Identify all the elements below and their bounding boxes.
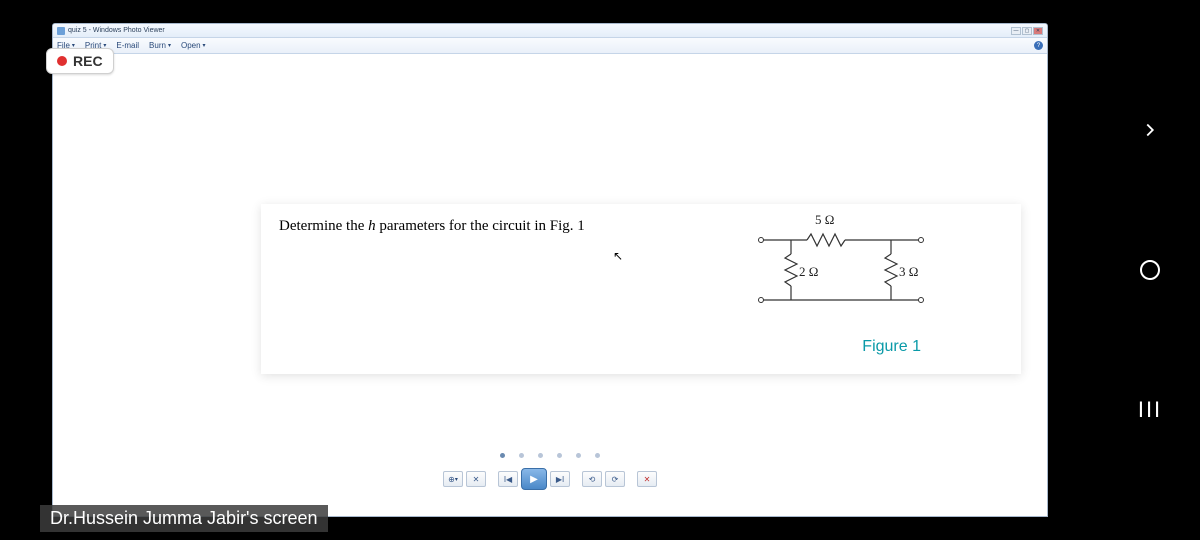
photo-viewer-window: quiz 5 - Windows Photo Viewer — ▢ ✕ File… <box>52 23 1048 517</box>
window-titlebar: quiz 5 - Windows Photo Viewer — ▢ ✕ <box>53 24 1047 38</box>
r-top-label: 5 Ω <box>815 212 834 227</box>
circuit-diagram: 5 Ω 2 Ω 3 Ω <box>761 210 961 320</box>
prompt-post: parameters for the circuit in Fig. 1 <box>376 218 585 234</box>
window-buttons: — ▢ ✕ <box>1011 27 1043 35</box>
app-icon <box>57 27 65 35</box>
prev-button[interactable]: I◀ <box>498 471 518 487</box>
page-dot <box>595 453 600 458</box>
maximize-button[interactable]: ▢ <box>1022 27 1032 35</box>
nav-recent-button[interactable]: III <box>1130 390 1170 430</box>
menubar: File ▾ Print ▾ E-mail Burn ▾ Open ▾ ? <box>53 38 1047 54</box>
play-slideshow-button[interactable]: ▶ <box>521 468 547 490</box>
r-right-label: 3 Ω <box>899 264 918 279</box>
nav-back-button[interactable] <box>1130 110 1170 150</box>
page-dot <box>557 453 562 458</box>
prompt-var: h <box>368 218 376 234</box>
record-dot-icon <box>57 56 67 66</box>
nav-home-button[interactable] <box>1130 250 1170 290</box>
zoom-icon: ⊕ <box>448 475 455 484</box>
zoom-button[interactable]: ⊕▾ <box>443 471 463 487</box>
page-dots <box>500 453 600 458</box>
rotate-ccw-button[interactable]: ⟲ <box>582 471 602 487</box>
page-dot <box>576 453 581 458</box>
recording-label: REC <box>73 53 103 69</box>
menu-email[interactable]: E-mail <box>116 41 139 50</box>
delete-button[interactable]: ✕ <box>637 471 657 487</box>
dropdown-caret-icon: ▾ <box>203 42 206 49</box>
window-title: quiz 5 - Windows Photo Viewer <box>68 27 165 34</box>
dropdown-caret-icon: ▾ <box>168 42 171 49</box>
fit-button[interactable]: ✕ <box>466 471 486 487</box>
android-nav-bar: III <box>1100 0 1200 540</box>
mouse-cursor-icon: ↖ <box>613 249 623 263</box>
screen-share-caption: Dr.Hussein Jumma Jabir's screen <box>40 505 328 532</box>
menu-email-label: E-mail <box>116 41 139 50</box>
titlebar-left: quiz 5 - Windows Photo Viewer <box>57 27 165 35</box>
close-button[interactable]: ✕ <box>1033 27 1043 35</box>
menu-burn-label: Burn <box>149 41 166 50</box>
dropdown-caret-icon: ▾ <box>455 476 458 483</box>
next-button[interactable]: ▶I <box>550 471 570 487</box>
minimize-button[interactable]: — <box>1011 27 1021 35</box>
menu-burn[interactable]: Burn ▾ <box>149 41 171 50</box>
menu-open[interactable]: Open ▾ <box>181 41 206 50</box>
problem-slide: Determine the h parameters for the circu… <box>261 204 1021 374</box>
page-dot <box>519 453 524 458</box>
circle-icon <box>1138 258 1162 282</box>
help-button[interactable]: ? <box>1034 41 1043 50</box>
figure-caption: Figure 1 <box>862 338 921 356</box>
menu-open-label: Open <box>181 41 201 50</box>
r-left-label: 2 Ω <box>799 264 818 279</box>
recording-badge: REC <box>46 48 114 74</box>
rotate-cw-button[interactable]: ⟳ <box>605 471 625 487</box>
page-dot <box>500 453 505 458</box>
chevron-right-icon <box>1139 119 1161 141</box>
page-dot <box>538 453 543 458</box>
shared-screen-area: quiz 5 - Windows Photo Viewer — ▢ ✕ File… <box>0 0 1100 540</box>
prompt-pre: Determine the <box>279 218 368 234</box>
viewer-controls: ⊕▾ ✕ I◀ ▶ ▶I ⟲ ⟳ ✕ <box>443 468 657 490</box>
